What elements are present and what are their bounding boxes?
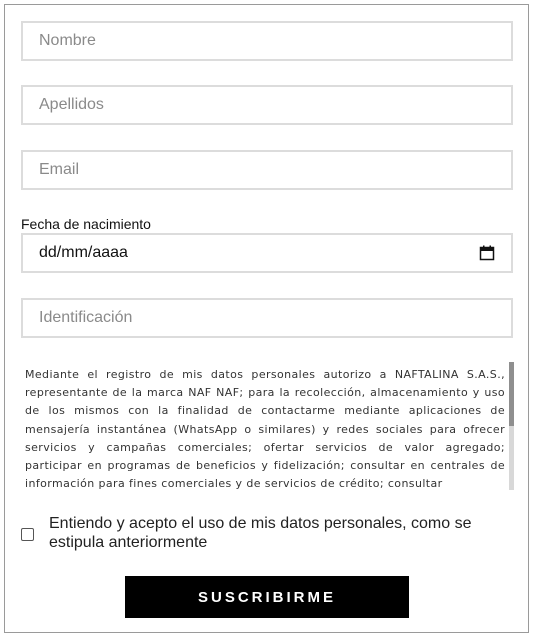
subscribe-button[interactable]: SUSCRIBIRME <box>125 576 409 618</box>
consent-row: Entiendo y acepto el uso de mis datos pe… <box>21 514 491 552</box>
terms-scrollbar-thumb[interactable] <box>509 362 514 426</box>
email-input[interactable] <box>21 150 513 190</box>
consent-label: Entiendo y acepto el uso de mis datos pe… <box>49 515 472 551</box>
terms-scroll-area[interactable]: Mediante el registro de mis datos person… <box>21 362 513 492</box>
consent-checkbox[interactable] <box>21 528 34 541</box>
nombre-input[interactable] <box>21 21 513 61</box>
birthdate-value: dd/mm/aaaa <box>39 244 128 261</box>
terms-text: Mediante el registro de mis datos person… <box>25 368 505 491</box>
birthdate-label: Fecha de nacimiento <box>21 216 151 232</box>
identificacion-input[interactable] <box>21 298 513 338</box>
apellidos-input[interactable] <box>21 85 513 125</box>
birthdate-input[interactable]: dd/mm/aaaa <box>21 233 513 273</box>
calendar-icon[interactable] <box>479 245 495 261</box>
